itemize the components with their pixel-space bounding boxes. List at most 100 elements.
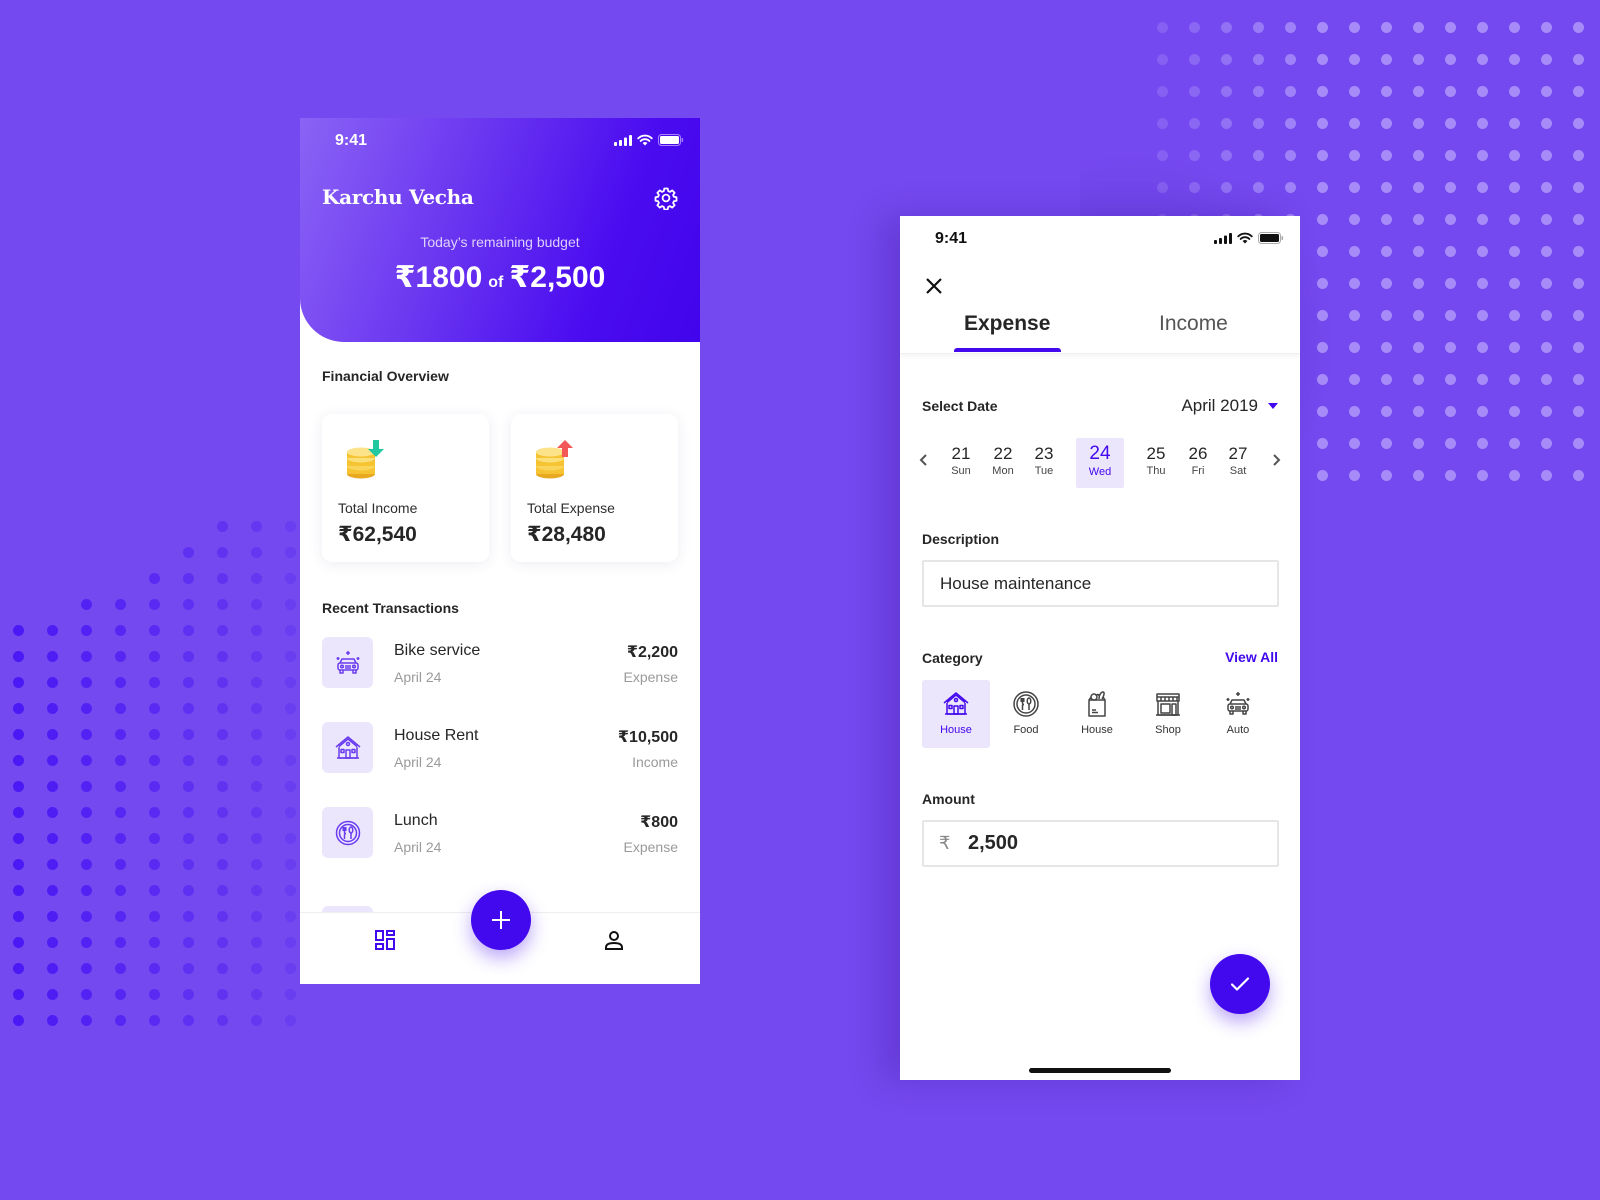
date-day[interactable]: 21 Sun [937,438,985,488]
decorative-dot [1541,374,1552,385]
date-day-selected[interactable]: 24 Wed [1076,438,1124,488]
user-icon[interactable] [604,930,624,950]
description-input[interactable]: House maintenance [922,560,1279,607]
decorative-dot [47,703,58,714]
decorative-dot [217,651,228,662]
decorative-dot [1381,86,1392,97]
add-transaction-button[interactable] [471,890,531,950]
decorative-dot [1381,374,1392,385]
close-icon[interactable] [924,276,944,296]
decorative-dot [149,677,160,688]
decorative-dot [1573,22,1584,33]
home-screen: 9:41 Karchu Vecha Today’s remaining budg… [300,118,700,984]
tab-expense[interactable]: Expense [964,312,1050,336]
chevron-left-icon[interactable] [916,452,932,468]
total-income-card[interactable]: Total Income ₹62,540 [322,414,489,562]
decorative-dot [1477,182,1488,193]
active-tab-indicator [954,348,1061,352]
decorative-dot [285,755,296,766]
view-all-link[interactable]: View All [1225,649,1278,665]
category-house-selected[interactable]: House [922,680,990,748]
save-transaction-button[interactable] [1210,954,1270,1014]
decorative-dot [13,781,24,792]
decorative-dot [285,989,296,1000]
decorative-dot [1477,246,1488,257]
decorative-dot [1381,406,1392,417]
coins-arrow-down-icon [347,440,384,479]
decorative-dot [1477,470,1488,481]
decorative-dot [183,807,194,818]
decorative-dot [183,989,194,1000]
decorative-dot [251,677,262,688]
decorative-dot [115,729,126,740]
decorative-dot [1157,86,1168,97]
decorative-dot [1509,438,1520,449]
decorative-dot [149,1015,160,1026]
date-day[interactable]: 25 Thu [1132,438,1180,488]
month-dropdown[interactable]: April 2019 [1181,396,1278,416]
day-number: 24 [1089,443,1111,464]
date-day[interactable]: 23 Tue [1020,438,1068,488]
day-of-week: Tue [1034,465,1054,477]
decorative-dot [1509,214,1520,225]
decorative-dot [81,937,92,948]
total-expense-card[interactable]: Total Expense ₹28,480 [511,414,678,562]
decorative-dot [1413,246,1424,257]
decorative-dot [13,833,24,844]
decorative-dot [1477,342,1488,353]
decorative-dot [1573,150,1584,161]
transaction-row[interactable]: House Rent April 24 ₹10,500 Income [322,722,678,774]
decorative-dot [1253,54,1264,65]
decorative-dot [1285,54,1296,65]
date-day[interactable]: 27 Sat [1214,438,1262,488]
decorative-dot [217,781,228,792]
decorative-dot [13,859,24,870]
decorative-dot [251,547,262,558]
amount-input[interactable]: ₹ 2,500 [922,820,1279,867]
decorative-dot [115,885,126,896]
transaction-name: Bike service [394,642,481,659]
decorative-dot [183,911,194,922]
decorative-dot [1445,438,1456,449]
transaction-row[interactable]: Bike service April 24 ₹2,200 Expense [322,637,678,689]
decorative-dot [1253,118,1264,129]
category-shop[interactable]: Shop [1134,680,1202,748]
decorative-dot [1509,150,1520,161]
month-value: April 2019 [1181,396,1258,415]
decorative-dot [1413,54,1424,65]
decorative-dot [1381,182,1392,193]
transaction-row[interactable]: Lunch April 24 ₹800 Expense [322,807,678,859]
decorative-dot [47,859,58,870]
category-auto[interactable]: Auto [1204,680,1272,748]
total-income-value: ₹62,540 [338,523,417,546]
gear-icon[interactable] [654,186,678,210]
decorative-dot [183,703,194,714]
decorative-dot [13,1015,24,1026]
decorative-dot [1477,214,1488,225]
chevron-right-icon[interactable] [1268,452,1284,468]
decorative-dot [1477,150,1488,161]
decorative-dot [1445,406,1456,417]
dashboard-icon[interactable] [375,930,395,950]
category-food[interactable]: Food [992,680,1060,748]
budget-value: ₹1800 of ₹2,500 [300,260,700,295]
decorative-dot [1509,310,1520,321]
decorative-dot [285,547,296,558]
tab-income[interactable]: Income [1159,312,1228,336]
caret-down-icon [1268,403,1278,409]
decorative-dot [1317,182,1328,193]
decorative-dot [1317,342,1328,353]
decorative-dot [285,573,296,584]
decorative-dot [13,885,24,896]
decorative-dot [251,573,262,584]
decorative-dot [1477,438,1488,449]
category-groceries[interactable]: House [1063,680,1131,748]
decorative-dot [217,599,228,610]
decorative-dot [1285,22,1296,33]
decorative-dot [251,859,262,870]
category-label-text: House [1081,724,1113,736]
decorative-dot [13,989,24,1000]
decorative-dot [47,755,58,766]
decorative-dot [285,911,296,922]
decorative-dot [217,521,228,532]
